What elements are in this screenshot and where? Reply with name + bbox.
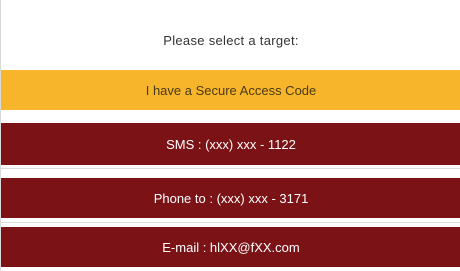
select-target-prompt: Please select a target: xyxy=(163,33,299,48)
email-target-button[interactable]: E-mail : hlXX@fXX.com xyxy=(1,227,460,267)
sms-target-button[interactable]: SMS : (xxx) xxx - 1122 xyxy=(1,123,460,165)
phone-target-label: Phone to : (xxx) xxx - 3171 xyxy=(153,190,309,206)
secure-access-code-button[interactable]: I have a Secure Access Code xyxy=(1,70,460,110)
email-target-label: E-mail : hlXX@fXX.com xyxy=(162,239,300,255)
divider xyxy=(1,168,460,169)
sms-target-label: SMS : (xxx) xxx - 1122 xyxy=(166,136,296,152)
divider xyxy=(1,222,460,223)
secure-access-code-label: I have a Secure Access Code xyxy=(145,82,317,98)
target-selection-panel: Please select a target: I have a Secure … xyxy=(0,0,460,271)
phone-target-button[interactable]: Phone to : (xxx) xxx - 3171 xyxy=(1,178,460,218)
